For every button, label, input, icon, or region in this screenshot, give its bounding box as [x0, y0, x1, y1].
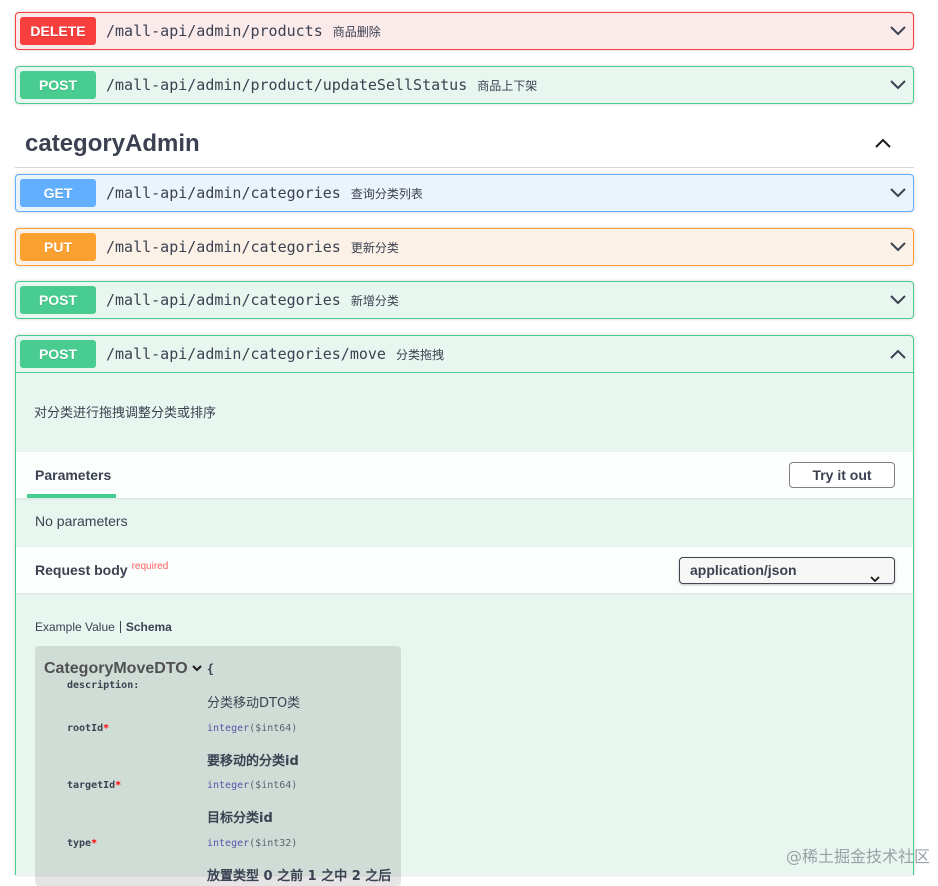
- operation-description: 商品上下架: [477, 79, 538, 93]
- method-badge: DELETE: [20, 17, 96, 45]
- property-name-targetid: targetId*: [67, 780, 122, 791]
- example-value-tab[interactable]: Example Value: [35, 620, 115, 634]
- required-star: *: [103, 723, 110, 734]
- chevron-down-icon: [870, 566, 880, 591]
- operation-summary[interactable]: DELETE /mall-api/admin/products 商品删除: [16, 13, 913, 49]
- parameters-tab[interactable]: Parameters: [35, 467, 111, 483]
- operation-summary[interactable]: POST /mall-api/admin/product/updateSellS…: [16, 67, 913, 103]
- operation-path: /mall-api/admin/categories 更新分类: [106, 238, 399, 256]
- operation-get-categories: GET /mall-api/admin/categories 查询分类列表: [15, 174, 914, 212]
- no-parameters-text: No parameters: [35, 513, 128, 529]
- operation-description: 分类拖拽: [395, 348, 444, 362]
- operation-description: 新增分类: [350, 294, 399, 308]
- method-badge: PUT: [20, 233, 96, 261]
- property-type-targetid: integer($int64): [207, 780, 298, 791]
- property-name-type: type*: [67, 838, 98, 849]
- operation-put-categories: PUT /mall-api/admin/categories 更新分类: [15, 228, 914, 266]
- property-type-rootid: integer($int64): [207, 723, 298, 734]
- operation-summary[interactable]: GET /mall-api/admin/categories 查询分类列表: [16, 175, 913, 211]
- method-badge: POST: [20, 340, 96, 368]
- required-star: *: [91, 838, 98, 849]
- chevron-down-icon[interactable]: [889, 292, 907, 308]
- content-type-value: application/json: [690, 562, 797, 578]
- chevron-down-icon[interactable]: [889, 77, 907, 93]
- property-desc-type: 放置类型 0 之前 1 之中 2 之后: [207, 869, 392, 884]
- operation-post-categories: POST /mall-api/admin/categories 新增分类: [15, 281, 914, 319]
- property-desc-rootid: 要移动的分类id: [207, 754, 299, 769]
- tag-section-header[interactable]: categoryAdmin: [15, 122, 914, 168]
- method-badge: POST: [20, 286, 96, 314]
- model-title[interactable]: CategoryMoveDTO{: [44, 660, 214, 678]
- open-brace: {: [206, 662, 214, 677]
- required-label: required: [131, 561, 169, 572]
- tag-title: categoryAdmin: [25, 130, 200, 157]
- watermark: @稀土掘金技术社区: [785, 847, 930, 866]
- property-desc-targetid: 目标分类id: [207, 811, 273, 826]
- operation-post-update-sell-status: POST /mall-api/admin/product/updateSellS…: [15, 66, 914, 104]
- required-star: *: [115, 780, 122, 791]
- operation-summary[interactable]: POST /mall-api/admin/categories/move 分类拖拽: [16, 336, 913, 373]
- method-badge: GET: [20, 179, 96, 207]
- model-description-value: 分类移动DTO类: [207, 696, 301, 711]
- operation-path: /mall-api/admin/categories 新增分类: [106, 291, 399, 309]
- model-description-label: description:: [67, 680, 140, 691]
- chevron-down-icon[interactable]: [889, 185, 907, 201]
- request-body-header: Request body required application/json: [16, 547, 913, 593]
- operation-description: 商品删除: [332, 25, 381, 39]
- schema-model-box: CategoryMoveDTO{ description: 分类移动DTO类 r…: [35, 646, 401, 886]
- operation-post-categories-move: POST /mall-api/admin/categories/move 分类拖拽…: [15, 335, 914, 886]
- chevron-down-icon[interactable]: [889, 239, 907, 255]
- chevron-down-icon[interactable]: [191, 660, 203, 678]
- operation-delete-products: DELETE /mall-api/admin/products 商品删除: [15, 12, 914, 50]
- chevron-down-icon[interactable]: [889, 23, 907, 39]
- operation-path: /mall-api/admin/products 商品删除: [106, 22, 381, 40]
- content-type-select[interactable]: application/json: [679, 557, 895, 584]
- method-badge: POST: [20, 71, 96, 99]
- example-schema-tabs: Example Value Schema: [35, 620, 172, 634]
- tab-divider: [119, 621, 121, 633]
- property-type-type: integer($int32): [207, 838, 298, 849]
- parameters-header: Parameters Try it out: [16, 452, 913, 498]
- chevron-up-icon[interactable]: [889, 346, 907, 362]
- active-tab-indicator: [27, 494, 116, 498]
- operation-description: 更新分类: [350, 241, 399, 255]
- operation-path: /mall-api/admin/categories/move 分类拖拽: [106, 345, 444, 363]
- try-it-out-button[interactable]: Try it out: [789, 462, 895, 488]
- operation-path: /mall-api/admin/categories 查询分类列表: [106, 184, 423, 202]
- operation-description: 查询分类列表: [350, 187, 423, 201]
- operation-summary[interactable]: POST /mall-api/admin/categories 新增分类: [16, 282, 913, 318]
- request-body-title: Request body required: [35, 561, 169, 578]
- chevron-up-icon[interactable]: [874, 136, 892, 155]
- schema-tab[interactable]: Schema: [126, 620, 172, 634]
- operation-path: /mall-api/admin/product/updateSellStatus…: [106, 76, 538, 94]
- property-name-rootid: rootId*: [67, 723, 110, 734]
- operation-summary[interactable]: PUT /mall-api/admin/categories 更新分类: [16, 229, 913, 265]
- operation-long-description: 对分类进行拖拽调整分类或排序: [34, 406, 217, 421]
